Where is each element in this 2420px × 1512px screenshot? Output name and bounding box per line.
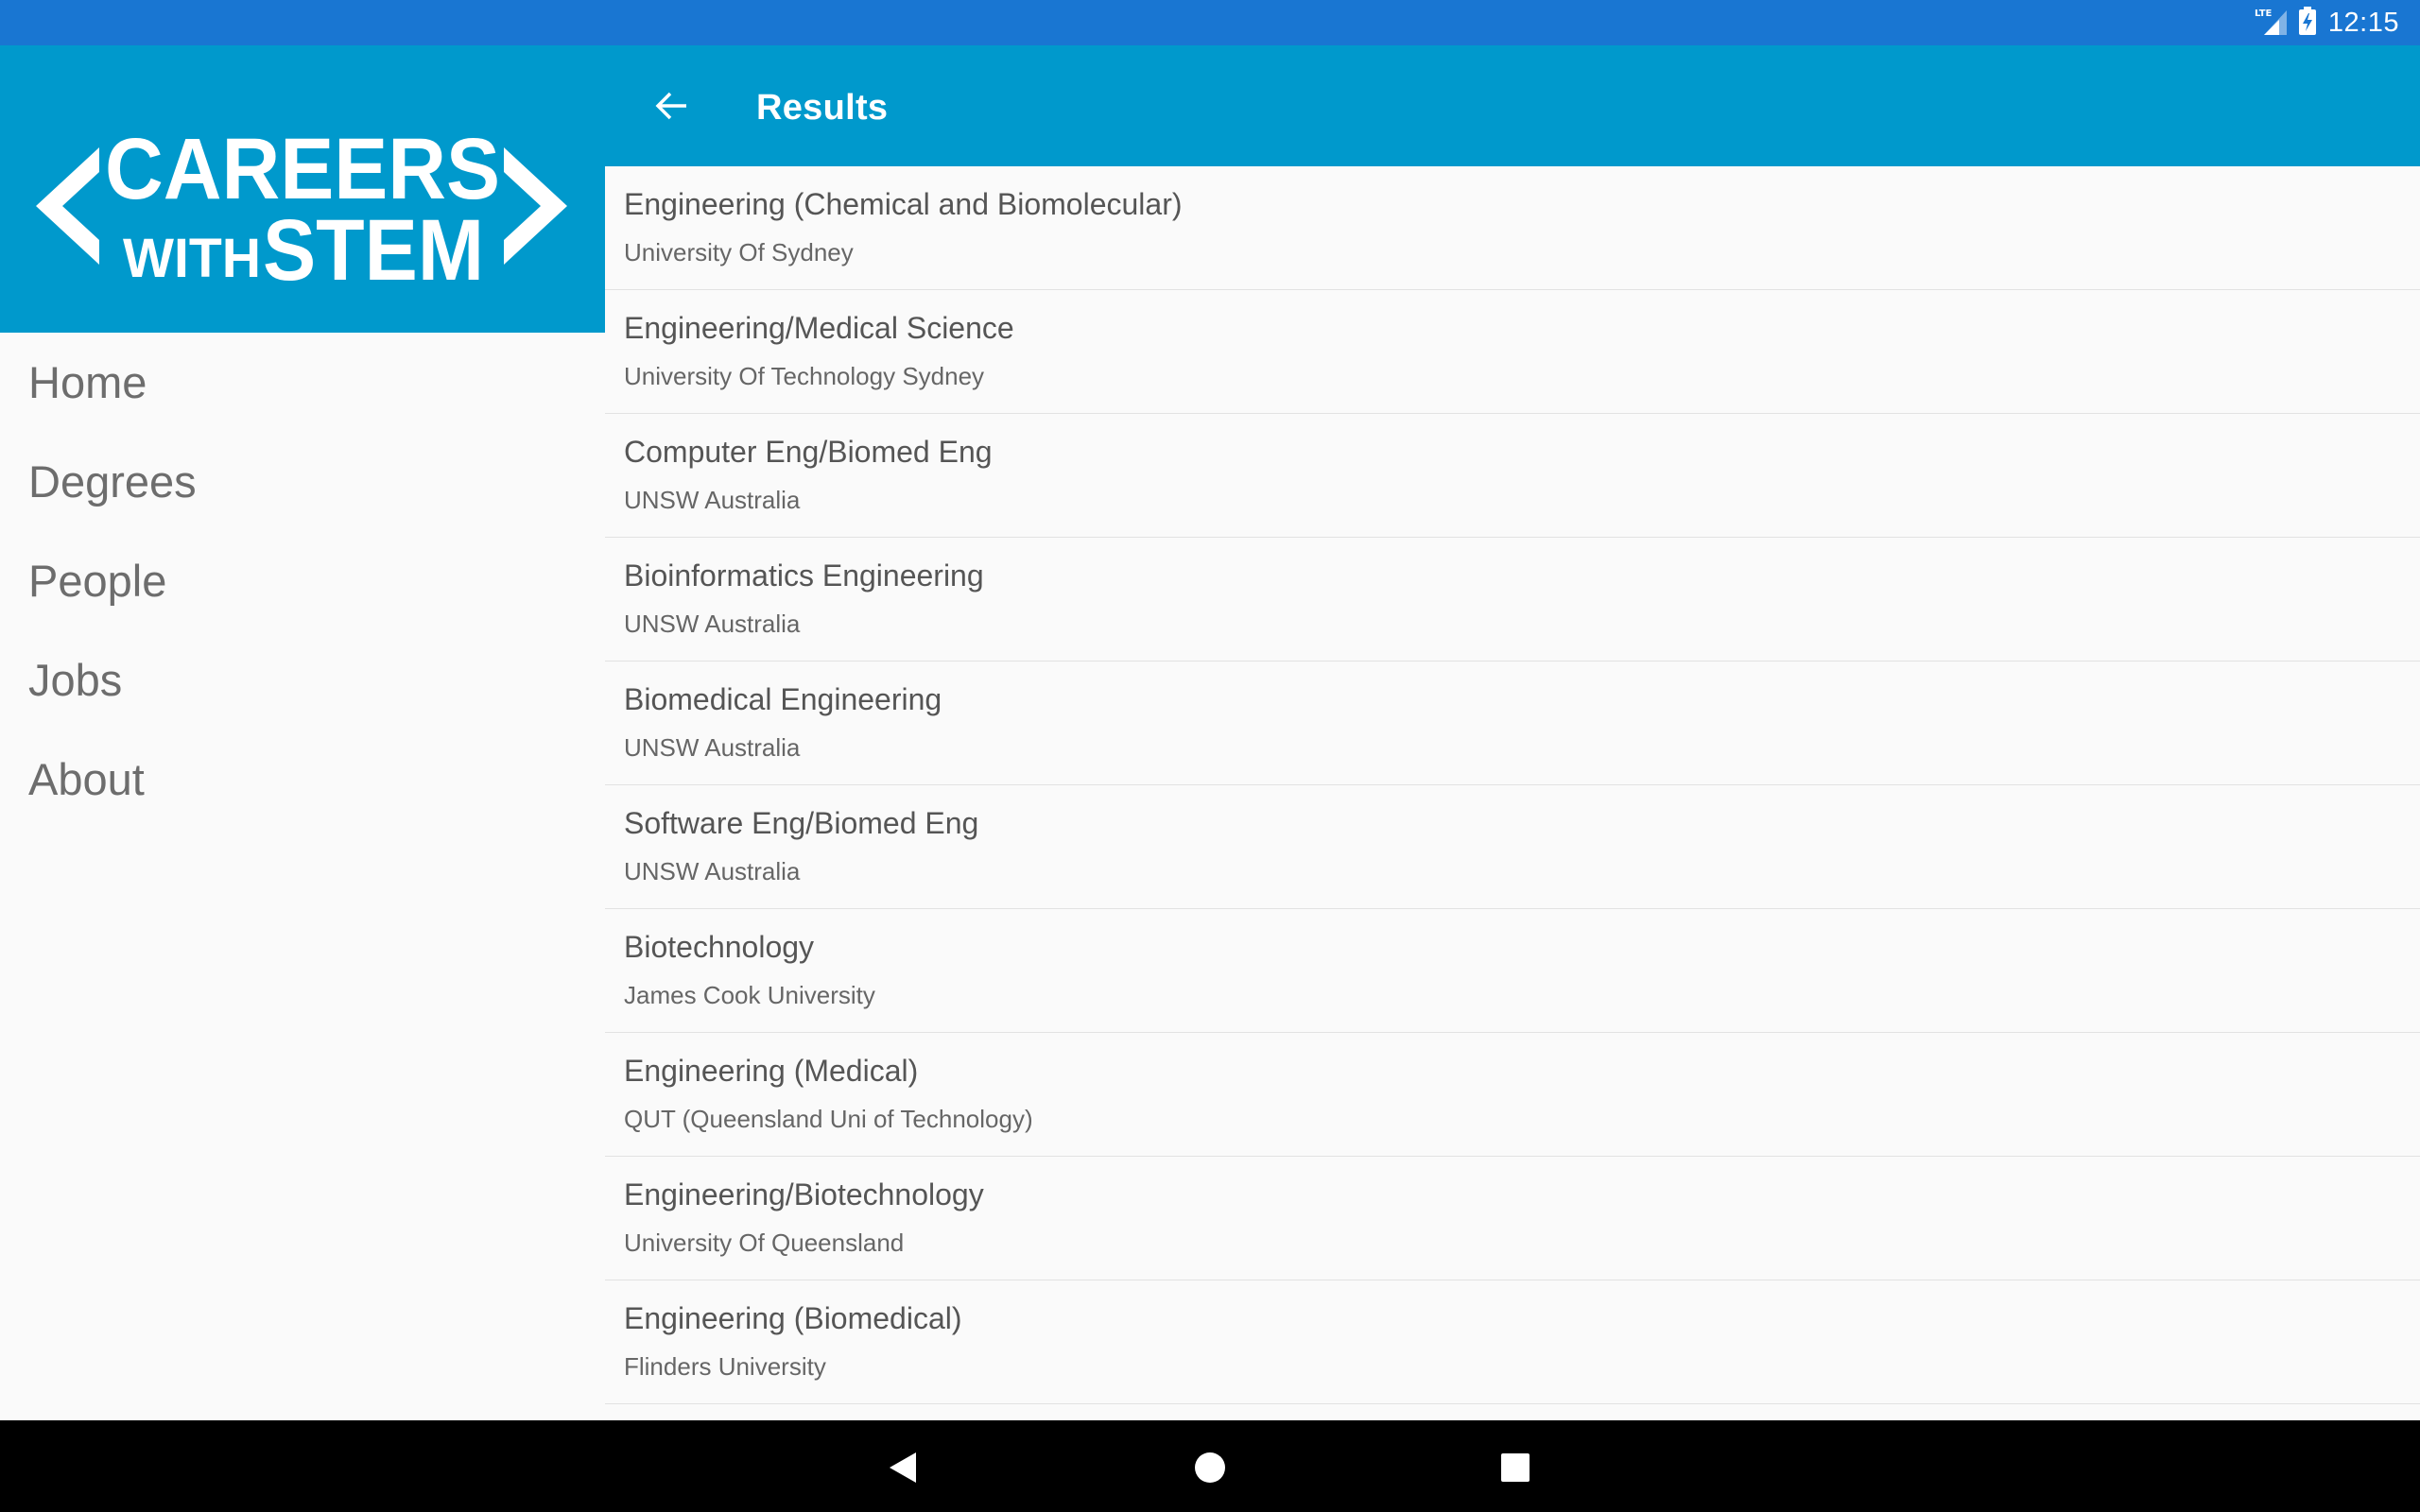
navigation-drawer: CAREERS WITH STEM Home Degrees People Jo… xyxy=(0,45,605,1420)
triangle-back-icon xyxy=(890,1452,916,1483)
results-list: Engineering (Chemical and Biomolecular) … xyxy=(605,166,2420,1420)
university-name: Flinders University xyxy=(624,1352,826,1381)
app-bar: Results xyxy=(605,45,2420,166)
drawer-item-home[interactable]: Home xyxy=(0,333,605,432)
drawer-item-people[interactable]: People xyxy=(0,531,605,630)
degree-title: Software Eng/Biomed Eng xyxy=(624,806,979,840)
page-title: Results xyxy=(756,88,889,128)
degree-title: Engineering/Biotechnology xyxy=(624,1177,984,1211)
system-navigation-bar xyxy=(0,1420,2420,1512)
university-name: UNSW Australia xyxy=(624,610,801,638)
system-recents-button[interactable] xyxy=(1487,1439,1544,1496)
university-name: QUT (Queensland Uni of Technology) xyxy=(624,1105,1033,1133)
list-item[interactable]: Engineering (Biomedical) Flinders Univer… xyxy=(605,1280,2420,1404)
degree-title: Engineering/Medical Science xyxy=(624,311,1014,345)
drawer-menu: Home Degrees People Jobs About xyxy=(0,333,605,829)
degree-title: Biomedical Engineering xyxy=(624,682,942,716)
list-item[interactable]: Engineering/Medical Science University O… xyxy=(605,290,2420,414)
degree-title: Biotechnology xyxy=(624,930,815,964)
system-home-button[interactable] xyxy=(1182,1439,1238,1496)
university-name: James Cook University xyxy=(624,981,875,1009)
back-button[interactable] xyxy=(643,77,700,134)
degree-title: Engineering (Medical) xyxy=(624,1054,919,1088)
clock: 12:15 xyxy=(2327,7,2399,38)
degree-title: Engineering (Biomedical) xyxy=(624,1301,962,1335)
list-item[interactable]: Engineering (Medical) QUT (Queensland Un… xyxy=(605,1033,2420,1157)
svg-text:STEM: STEM xyxy=(263,202,484,299)
battery-icon xyxy=(2298,6,2317,40)
degree-title: Computer Eng/Biomed Eng xyxy=(624,435,993,469)
university-name: University Of Technology Sydney xyxy=(624,362,985,390)
list-item[interactable]: Engineering/Biotechnology University Of … xyxy=(605,1157,2420,1280)
list-item[interactable]: Engineering (Chemical and Biomolecular) … xyxy=(605,166,2420,290)
lte-signal-icon: LTE xyxy=(2255,7,2287,40)
svg-text:LTE: LTE xyxy=(2255,9,2273,19)
system-back-button[interactable] xyxy=(875,1439,932,1496)
list-item[interactable]: Software Eng/Biomed Eng UNSW Australia xyxy=(605,785,2420,909)
university-name: UNSW Australia xyxy=(624,857,801,885)
university-name: University Of Queensland xyxy=(624,1228,905,1257)
square-recents-icon xyxy=(1501,1453,1530,1482)
svg-text:WITH: WITH xyxy=(123,228,261,289)
status-indicators: LTE 12:15 xyxy=(2255,0,2399,45)
careers-with-stem-logo: CAREERS WITH STEM xyxy=(0,45,605,333)
list-item[interactable]: Biotechnology James Cook University xyxy=(605,909,2420,1033)
degree-title: Bioinformatics Engineering xyxy=(624,558,984,593)
drawer-item-about[interactable]: About xyxy=(0,730,605,829)
university-name: UNSW Australia xyxy=(624,733,801,762)
university-name: University Of Sydney xyxy=(624,238,854,266)
drawer-item-jobs[interactable]: Jobs xyxy=(0,630,605,730)
circle-home-icon xyxy=(1195,1452,1225,1483)
list-item[interactable]: Bioinformatics Engineering UNSW Australi… xyxy=(605,538,2420,662)
degree-title: Engineering (Chemical and Biomolecular) xyxy=(624,187,1183,221)
list-item[interactable]: Computer Eng/Biomed Eng UNSW Australia xyxy=(605,414,2420,538)
list-item[interactable]: Biomedical Engineering UNSW Australia xyxy=(605,662,2420,785)
university-name: UNSW Australia xyxy=(624,486,801,514)
drawer-item-degrees[interactable]: Degrees xyxy=(0,432,605,531)
arrow-back-icon xyxy=(655,92,686,120)
status-bar: LTE 12:15 xyxy=(0,0,2420,45)
